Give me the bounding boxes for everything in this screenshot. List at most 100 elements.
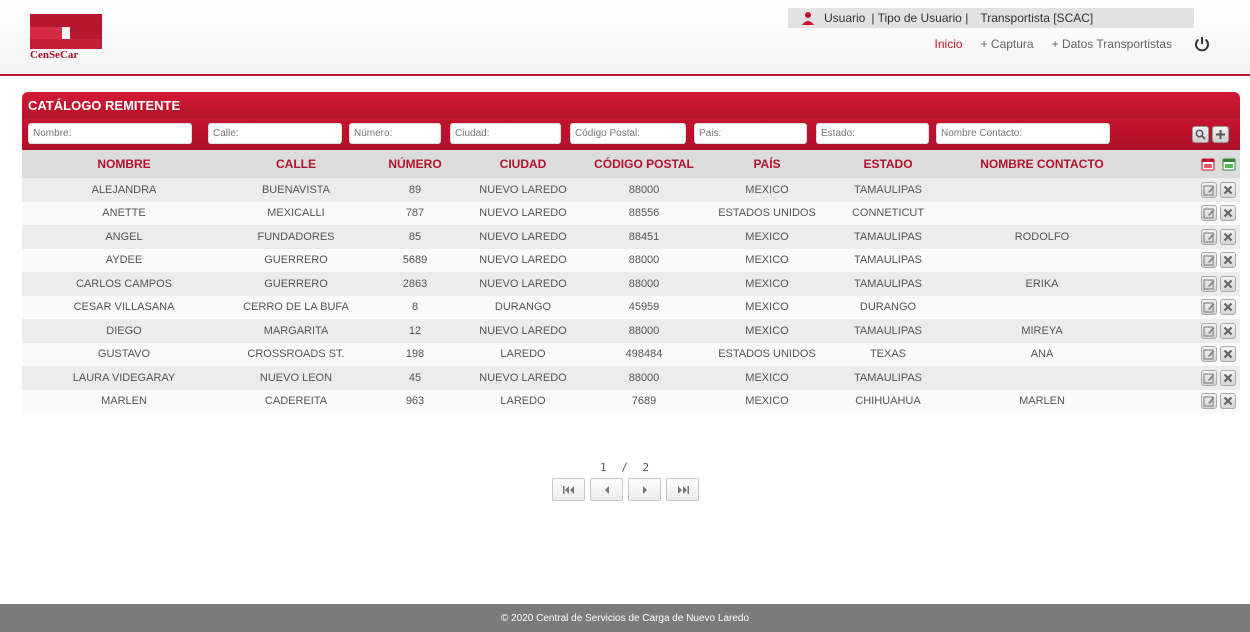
cell-ciudad: DURANGO	[494, 301, 552, 314]
cell-ciudad: NUEVO LAREDO	[479, 277, 567, 290]
delete-button[interactable]	[1220, 322, 1236, 339]
main-nav: Inicio + Captura + Datos Transportistas	[917, 36, 1210, 52]
cell-numero: 2863	[402, 277, 428, 290]
last-page-button[interactable]	[666, 478, 699, 501]
table-row: ALEJANDRA BUENAVISTA 89 NUEVO LAREDO 88000 ME…	[22, 178, 1240, 202]
cell-estado: CONNETICUT	[851, 207, 925, 220]
search-button[interactable]	[1192, 126, 1209, 143]
edit-icon	[1203, 279, 1215, 290]
power-icon[interactable]	[1194, 36, 1210, 52]
col-numero[interactable]: NÚMERO	[366, 150, 464, 178]
cell-nombre-contacto: MIREYA	[1021, 324, 1063, 337]
edit-button[interactable]	[1201, 205, 1217, 222]
col-nombre-contacto[interactable]: NOMBRE CONTACTO	[948, 150, 1136, 178]
col-calle[interactable]: CALLE	[226, 150, 366, 178]
filter-contacto-input[interactable]	[936, 123, 1110, 144]
cell-ciudad: LAREDO	[500, 395, 546, 408]
edit-icon	[1203, 349, 1215, 360]
col-estado[interactable]: ESTADO	[828, 150, 948, 178]
col-nombre[interactable]: NOMBRE	[22, 150, 226, 178]
cell-estado: CHIHUAHUA	[855, 395, 921, 408]
user-label: Usuario	[824, 11, 866, 25]
edit-icon	[1203, 185, 1215, 196]
edit-button[interactable]	[1201, 369, 1217, 386]
edit-button[interactable]	[1201, 181, 1217, 198]
cell-codigo-postal: 498484	[625, 348, 663, 361]
cell-calle: MARGARITA	[263, 324, 329, 337]
pdf-export-icon[interactable]	[1201, 157, 1215, 171]
filter-calle-input[interactable]	[208, 123, 342, 144]
delete-button[interactable]	[1220, 346, 1236, 363]
delete-button[interactable]	[1220, 369, 1236, 386]
cell-pais: MEXICO	[745, 277, 789, 290]
cell-calle: GUERRERO	[264, 254, 328, 267]
nav-captura[interactable]: + Captura	[981, 37, 1034, 51]
edit-button[interactable]	[1201, 346, 1217, 363]
delete-button[interactable]	[1220, 299, 1236, 316]
table-row: CARLOS CAMPOS GUERRERO 2863 NUEVO LAREDO 880…	[22, 272, 1240, 296]
cell-pais: MEXICO	[745, 324, 789, 337]
row-actions	[1136, 272, 1240, 296]
delete-button[interactable]	[1220, 393, 1236, 410]
edit-button[interactable]	[1201, 322, 1217, 339]
cell-nombre-contacto	[948, 296, 1136, 320]
nav-inicio[interactable]: Inicio	[935, 37, 963, 51]
cell-pais: ESTADOS UNIDOS	[718, 207, 816, 220]
cell-nombre: ANETTE	[102, 207, 146, 220]
cell-codigo-postal: 88000	[628, 371, 660, 384]
cell-codigo-postal: 88000	[628, 277, 660, 290]
close-icon	[1223, 302, 1233, 312]
plus-icon	[1216, 130, 1225, 139]
cell-pais: MEXICO	[745, 183, 789, 196]
col-codigo-postal[interactable]: CÓDIGO POSTAL	[582, 150, 706, 178]
delete-button[interactable]	[1220, 252, 1236, 269]
filter-cp-input[interactable]	[570, 123, 686, 144]
table-row: ANETTE MEXICALLI 787 NUEVO LAREDO 88556 ESTAD…	[22, 201, 1240, 226]
prev-page-button[interactable]	[590, 478, 623, 501]
current-page: 1	[600, 461, 607, 474]
excel-export-icon[interactable]	[1222, 157, 1236, 171]
cell-calle: CROSSROADS ST.	[247, 348, 345, 361]
close-icon	[1223, 279, 1233, 289]
table-row: CESAR VILLASANA CERRO DE LA BUFA 8 DURANGO 4…	[22, 295, 1240, 320]
add-button[interactable]	[1212, 126, 1229, 143]
row-actions	[1136, 366, 1240, 390]
first-page-button[interactable]	[552, 478, 585, 501]
row-actions	[1136, 202, 1240, 226]
edit-button[interactable]	[1201, 252, 1217, 269]
filter-pais-input[interactable]	[694, 123, 807, 144]
prev-page-icon	[604, 485, 609, 494]
col-ciudad[interactable]: CIUDAD	[464, 150, 582, 178]
edit-button[interactable]	[1201, 275, 1217, 292]
filter-nombre-input[interactable]	[28, 123, 192, 144]
cell-codigo-postal: 88000	[628, 183, 660, 196]
cell-estado: TAMAULIPAS	[853, 183, 923, 196]
user-type-value: Transportista [SCAC]	[980, 11, 1094, 25]
row-actions	[1136, 178, 1240, 202]
user-type-label: | Tipo de Usuario |	[871, 11, 969, 25]
pagination	[552, 478, 704, 501]
edit-icon	[1203, 255, 1215, 266]
filter-estado-input[interactable]	[816, 123, 929, 144]
filter-numero-input[interactable]	[349, 123, 441, 144]
cell-estado: TAMAULIPAS	[853, 230, 923, 243]
edit-button[interactable]	[1201, 299, 1217, 316]
page-separator: /	[621, 461, 628, 474]
close-icon	[1223, 232, 1233, 242]
delete-button[interactable]	[1220, 205, 1236, 222]
edit-icon	[1203, 302, 1215, 313]
delete-button[interactable]	[1220, 275, 1236, 292]
nav-datos-transportistas[interactable]: + Datos Transportistas	[1052, 37, 1172, 51]
edit-button[interactable]	[1201, 393, 1217, 410]
col-pais[interactable]: PAÍS	[706, 150, 828, 178]
delete-button[interactable]	[1220, 181, 1236, 198]
cell-estado: DURANGO	[859, 301, 917, 314]
edit-button[interactable]	[1201, 228, 1217, 245]
filter-bar	[22, 118, 1240, 150]
filter-ciudad-input[interactable]	[450, 123, 561, 144]
close-icon	[1223, 396, 1233, 406]
cell-ciudad: NUEVO LAREDO	[479, 371, 567, 384]
delete-button[interactable]	[1220, 228, 1236, 245]
next-page-button[interactable]	[628, 478, 661, 501]
catalog-title: CATÁLOGO REMITENTE	[22, 92, 1240, 118]
